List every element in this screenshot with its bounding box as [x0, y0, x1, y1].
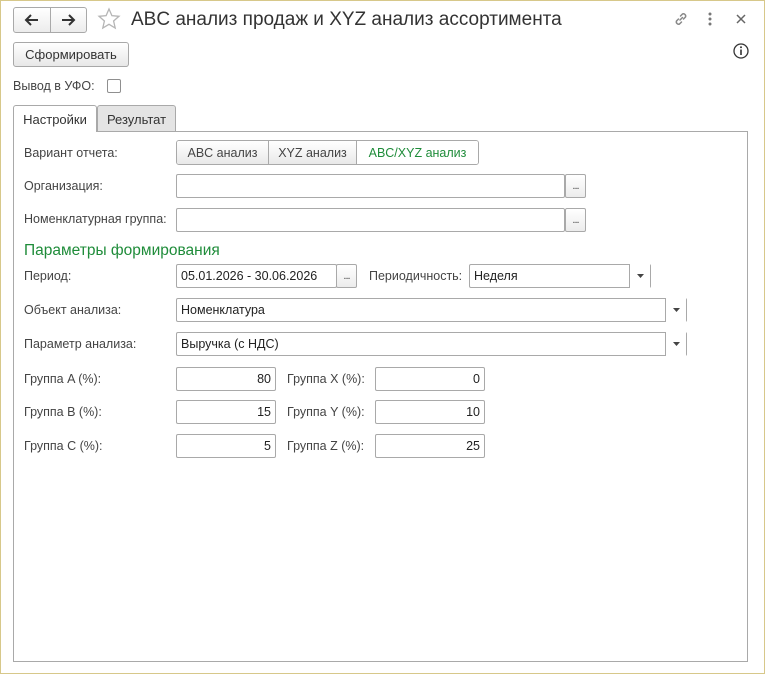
- section-title: Параметры формирования: [24, 242, 220, 259]
- periodicity-select[interactable]: Неделя: [469, 264, 651, 288]
- info-icon: [733, 43, 749, 59]
- period-label: Период:: [24, 269, 72, 283]
- nomenclature-group-label: Номенклатурная группа:: [24, 212, 167, 226]
- favorite-button[interactable]: [97, 7, 121, 31]
- more-vertical-icon: [708, 12, 712, 26]
- group-x-label: Группа X (%):: [287, 372, 365, 386]
- navigation-buttons: [13, 7, 87, 33]
- window-title: ABC анализ продаж и XYZ анализ ассортиме…: [131, 9, 562, 30]
- group-a-field[interactable]: 80: [176, 367, 276, 391]
- group-z-field[interactable]: 25: [375, 434, 485, 458]
- more-button[interactable]: [700, 9, 720, 29]
- variant-abc-xyz[interactable]: ABC/XYZ анализ: [356, 141, 478, 164]
- tab-settings[interactable]: Настройки: [13, 105, 97, 132]
- organization-field[interactable]: [176, 174, 565, 198]
- object-select[interactable]: Номенклатура: [176, 298, 687, 322]
- ufo-label: Вывод в УФО:: [13, 79, 95, 93]
- object-value: Номенклатура: [181, 303, 265, 317]
- parameter-select[interactable]: Выручка (с НДС): [176, 332, 687, 356]
- object-dropdown-button[interactable]: [665, 298, 686, 322]
- generate-button[interactable]: Сформировать: [13, 42, 129, 67]
- chevron-down-icon: [672, 342, 680, 346]
- period-field[interactable]: 05.01.2026 - 30.06.2026: [176, 264, 337, 288]
- ufo-checkbox[interactable]: [107, 79, 121, 93]
- periodicity-value: Неделя: [474, 269, 518, 283]
- variant-xyz[interactable]: XYZ анализ: [268, 141, 356, 164]
- group-a-label: Группа A (%):: [24, 372, 102, 386]
- group-c-field[interactable]: 5: [176, 434, 276, 458]
- periodicity-label: Периодичность:: [369, 269, 463, 283]
- object-label: Объект анализа:: [24, 303, 122, 317]
- link-icon: [675, 13, 687, 25]
- chevron-down-icon: [672, 308, 680, 312]
- group-y-field[interactable]: 10: [375, 400, 485, 424]
- group-c-label: Группа C (%):: [24, 439, 103, 453]
- info-button[interactable]: [731, 41, 751, 61]
- close-icon: [736, 14, 746, 24]
- tab-result[interactable]: Результат: [97, 105, 176, 132]
- nomenclature-group-field[interactable]: [176, 208, 565, 232]
- periodicity-dropdown-button[interactable]: [629, 264, 650, 288]
- chevron-down-icon: [636, 274, 644, 278]
- arrow-left-icon: [24, 14, 38, 26]
- forward-button[interactable]: [49, 8, 87, 32]
- variant-abc[interactable]: ABC анализ: [177, 141, 268, 164]
- nomenclature-group-select-button[interactable]: ...: [565, 208, 586, 232]
- group-y-label: Группа Y (%):: [287, 405, 365, 419]
- organization-label: Организация:: [24, 179, 103, 193]
- report-window: ABC анализ продаж и XYZ анализ ассортиме…: [0, 0, 765, 674]
- star-icon: [97, 7, 121, 30]
- parameter-label: Параметр анализа:: [24, 337, 137, 351]
- parameter-dropdown-button[interactable]: [665, 332, 686, 356]
- arrow-right-icon: [62, 14, 76, 26]
- close-button[interactable]: [731, 9, 751, 29]
- organization-select-button[interactable]: ...: [565, 174, 586, 198]
- back-button[interactable]: [14, 8, 50, 32]
- variant-selector: ABC анализ XYZ анализ ABC/XYZ анализ: [176, 140, 479, 165]
- group-z-label: Группа Z (%):: [287, 439, 365, 453]
- group-b-label: Группа B (%):: [24, 405, 102, 419]
- group-x-field[interactable]: 0: [375, 367, 485, 391]
- group-b-field[interactable]: 15: [176, 400, 276, 424]
- parameter-value: Выручка (с НДС): [181, 337, 279, 351]
- variant-label: Вариант отчета:: [24, 146, 118, 160]
- link-button[interactable]: [671, 9, 691, 29]
- period-select-button[interactable]: ...: [336, 264, 357, 288]
